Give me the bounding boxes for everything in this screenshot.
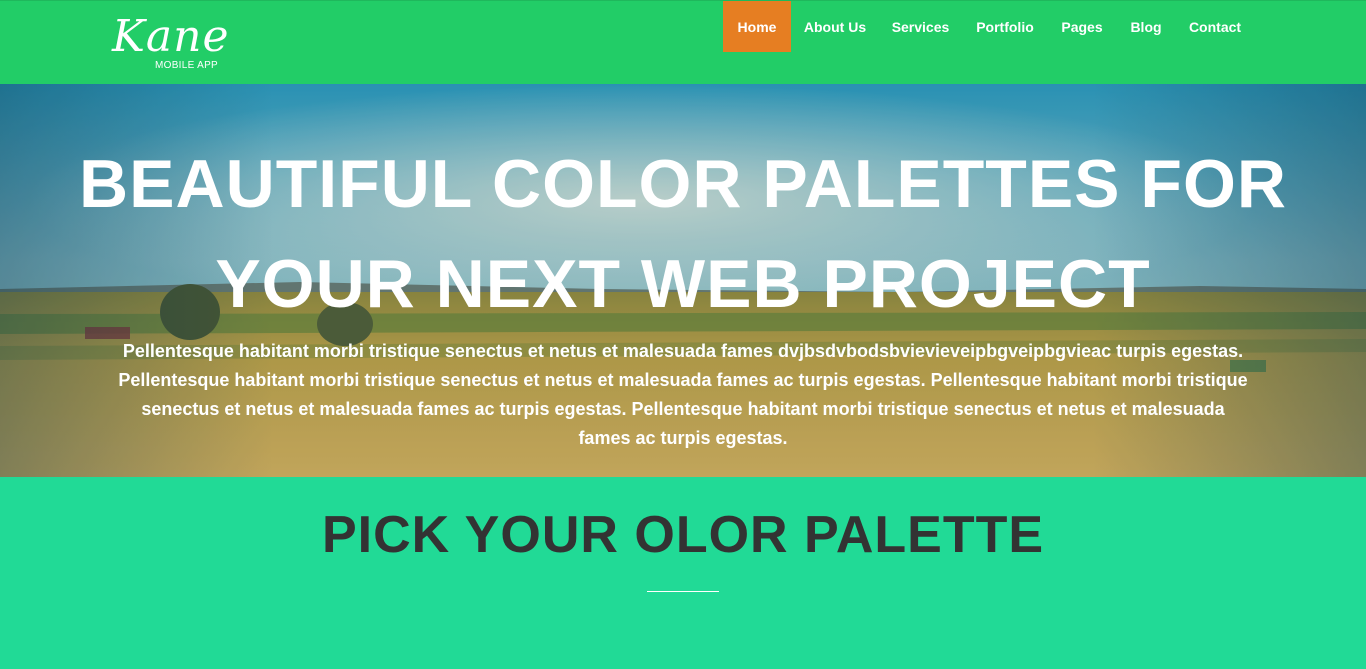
nav-item-blog[interactable]: Blog — [1116, 1, 1176, 52]
site-header: Kane MOBILE APP Home About Us Services P… — [0, 0, 1366, 84]
nav-item-portfolio[interactable]: Portfolio — [962, 1, 1048, 52]
hero-title-line-1: BEAUTIFUL COLOR PALETTES FOR — [79, 146, 1287, 222]
nav-item-contact[interactable]: Contact — [1176, 1, 1254, 52]
nav-item-pages[interactable]: Pages — [1048, 1, 1116, 52]
section-title: PICK YOUR OLOR PALETTE — [321, 506, 1045, 564]
hero-title: BEAUTIFUL COLOR PALETTES FOR YOUR NEXT W… — [0, 134, 1366, 334]
logo[interactable]: Kane MOBILE APP — [112, 11, 242, 73]
hero-description: Pellentesque habitant morbi tristique se… — [118, 341, 1248, 448]
main-nav: Home About Us Services Portfolio Pages B… — [723, 1, 1254, 52]
nav-item-services[interactable]: Services — [879, 1, 962, 52]
nav-item-home[interactable]: Home — [723, 1, 791, 52]
palette-section: PICK YOUR OLOR PALETTE — [0, 477, 1366, 669]
section-divider — [647, 591, 719, 592]
hero-title-line-2: YOUR NEXT WEB PROJECT — [215, 246, 1151, 322]
logo-text: Kane — [112, 11, 230, 62]
nav-item-about-us[interactable]: About Us — [791, 1, 879, 52]
logo-subtitle: MOBILE APP — [155, 60, 219, 71]
hero-banner: BEAUTIFUL COLOR PALETTES FOR YOUR NEXT W… — [0, 84, 1366, 477]
